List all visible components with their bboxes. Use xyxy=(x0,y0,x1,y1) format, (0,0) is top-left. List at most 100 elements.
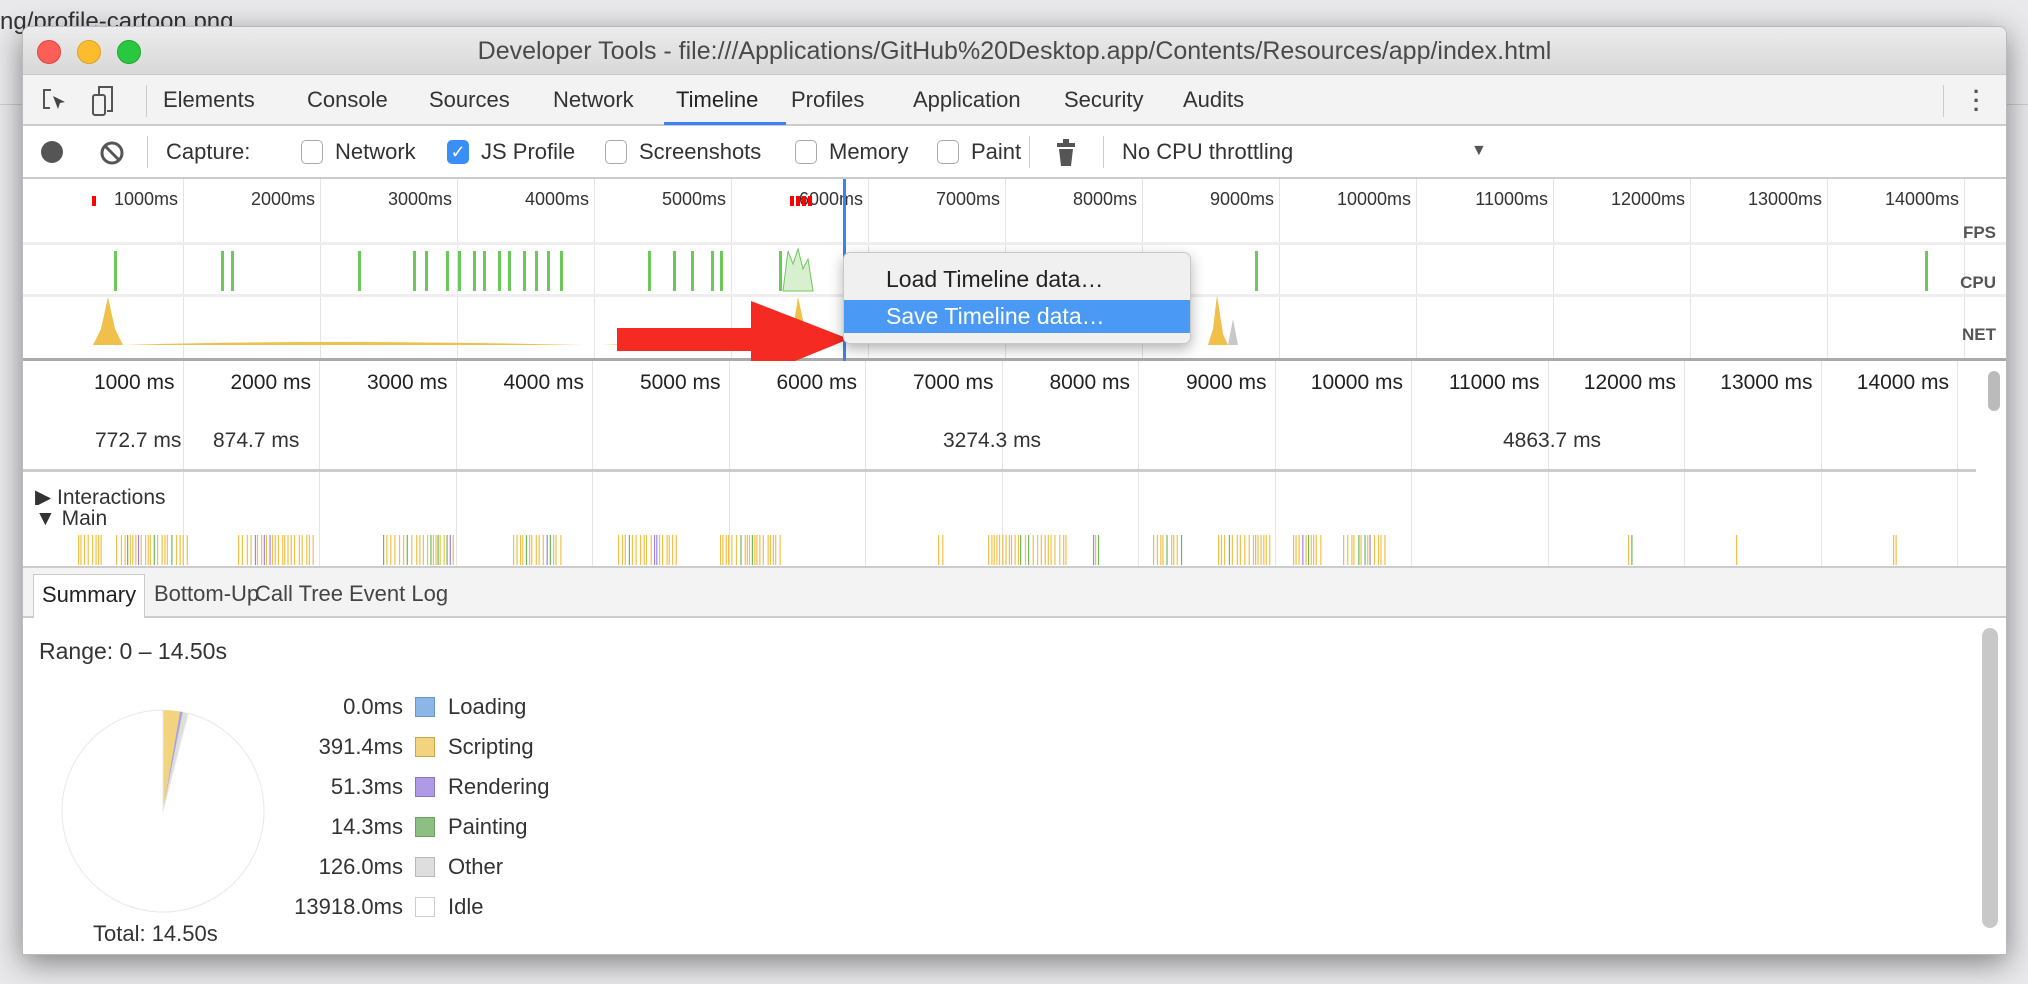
fps-mark xyxy=(779,251,782,291)
legend-row-other: 126.0ms Other xyxy=(203,854,603,882)
main-event xyxy=(656,535,658,565)
checkbox-screenshots[interactable] xyxy=(605,140,627,164)
legend-swatch xyxy=(415,737,435,757)
main-event xyxy=(538,535,540,565)
checkbox-memory[interactable] xyxy=(795,140,817,164)
frame-duration[interactable]: 4863.7 ms xyxy=(1503,429,1601,453)
legend-value: 51.3ms xyxy=(330,774,403,799)
main-event xyxy=(78,535,80,565)
main-event xyxy=(516,535,518,565)
fps-mark xyxy=(720,251,723,291)
fps-mark xyxy=(648,251,651,291)
cpu-spike xyxy=(93,297,123,345)
main-event xyxy=(672,535,674,565)
record-icon[interactable] xyxy=(41,141,63,163)
main-event xyxy=(727,535,730,565)
fps-mark xyxy=(413,251,416,291)
legend-value: 0.0ms xyxy=(343,694,403,719)
main-event xyxy=(754,535,756,565)
checkbox-label: Memory xyxy=(829,139,909,164)
tab-network[interactable]: Network xyxy=(553,87,634,113)
main-event xyxy=(452,535,454,565)
checkbox-paint[interactable] xyxy=(937,140,959,164)
main-event xyxy=(290,535,292,565)
dropped-frame-mark xyxy=(790,196,794,206)
load-timeline-data-menu-item[interactable]: Load Timeline data… xyxy=(844,263,1190,296)
fps-graph xyxy=(782,247,814,292)
main-event xyxy=(666,535,668,565)
legend-row-idle: 13918.0ms Idle xyxy=(203,894,603,922)
tab-summary[interactable]: Summary xyxy=(33,574,146,618)
main-event xyxy=(1298,535,1300,565)
tab-event-log[interactable]: Event Log xyxy=(341,574,456,618)
legend-swatch xyxy=(415,817,435,837)
main-event xyxy=(1367,535,1369,565)
main-event xyxy=(522,535,524,565)
legend-swatch xyxy=(415,777,435,797)
save-timeline-data-menu-item[interactable]: Save Timeline data… xyxy=(844,300,1190,333)
main-event xyxy=(731,535,733,565)
tab-call-tree[interactable]: Call Tree xyxy=(247,574,351,618)
cpu-throttling-select[interactable]: No CPU throttling xyxy=(1122,139,1293,165)
tab-timeline[interactable]: Timeline xyxy=(676,87,758,113)
main-event xyxy=(542,535,544,565)
tab-console[interactable]: Console xyxy=(307,87,388,113)
main-event xyxy=(1156,535,1159,565)
flame-chart[interactable]: 1000 ms 2000 ms 3000 ms 4000 ms 5000 ms 6000 … xyxy=(23,361,2006,591)
main-event xyxy=(1302,535,1304,565)
main-event xyxy=(411,535,413,565)
fps-mark xyxy=(473,251,476,291)
garbage-collect-icon[interactable] xyxy=(1055,138,1077,168)
main-event xyxy=(525,535,528,565)
checkbox-js-profile[interactable]: ✓ xyxy=(447,140,469,164)
main-event xyxy=(1014,535,1016,565)
flame-tick-label: 5000 ms xyxy=(639,371,721,394)
main-track[interactable]: ▼ Main xyxy=(35,505,108,533)
main-event xyxy=(1353,535,1355,565)
main-event xyxy=(1166,535,1168,565)
main-event xyxy=(1239,535,1241,565)
tab-profiles[interactable]: Profiles xyxy=(791,87,864,113)
tab-elements[interactable]: Elements xyxy=(163,87,255,113)
main-event xyxy=(1310,535,1312,565)
main-event xyxy=(643,535,645,565)
main-event xyxy=(1260,535,1262,565)
tab-application[interactable]: Application xyxy=(913,87,1021,113)
fps-row-label: FPS xyxy=(1962,223,1996,242)
main-event xyxy=(256,535,259,565)
frame-duration[interactable]: 874.7 ms xyxy=(213,429,299,453)
tab-sources[interactable]: Sources xyxy=(429,87,510,113)
main-event xyxy=(1265,535,1267,565)
legend-label: Scripting xyxy=(448,734,534,759)
frame-duration[interactable]: 772.7 ms xyxy=(95,429,181,453)
main-event xyxy=(1320,535,1322,565)
clear-icon[interactable] xyxy=(99,140,125,166)
device-toolbar-icon[interactable] xyxy=(91,85,115,117)
main-event xyxy=(1255,535,1257,565)
main-event xyxy=(767,535,769,565)
main-event xyxy=(751,535,753,565)
fps-mark xyxy=(458,251,461,291)
frame-duration[interactable]: 3274.3 ms xyxy=(943,429,1041,453)
main-event xyxy=(1032,535,1034,565)
main-event xyxy=(1369,535,1371,565)
main-event xyxy=(628,535,631,565)
more-options-icon[interactable]: · · · xyxy=(1973,81,1980,121)
checkbox-network[interactable] xyxy=(301,140,323,164)
inspect-element-icon[interactable] xyxy=(41,87,69,115)
context-menu: Load Timeline data… Save Timeline data… xyxy=(843,252,1191,344)
main-event xyxy=(293,535,296,565)
main-event xyxy=(658,535,661,565)
main-event xyxy=(301,535,303,565)
main-event xyxy=(1017,535,1020,565)
flame-scrollbar[interactable] xyxy=(1988,371,2000,411)
summary-panel: Range: 0 – 14.50s Total: 14.50s 0.0ms Loa… xyxy=(23,618,2006,954)
main-event xyxy=(779,535,781,565)
chevron-down-icon[interactable]: ▼ xyxy=(1471,142,1487,160)
tab-audits[interactable]: Audits xyxy=(1183,87,1244,113)
main-event xyxy=(1220,535,1223,565)
tab-security[interactable]: Security xyxy=(1064,87,1143,113)
main-event xyxy=(161,535,163,565)
summary-scrollbar[interactable] xyxy=(1982,628,1998,928)
main-event xyxy=(166,535,168,565)
